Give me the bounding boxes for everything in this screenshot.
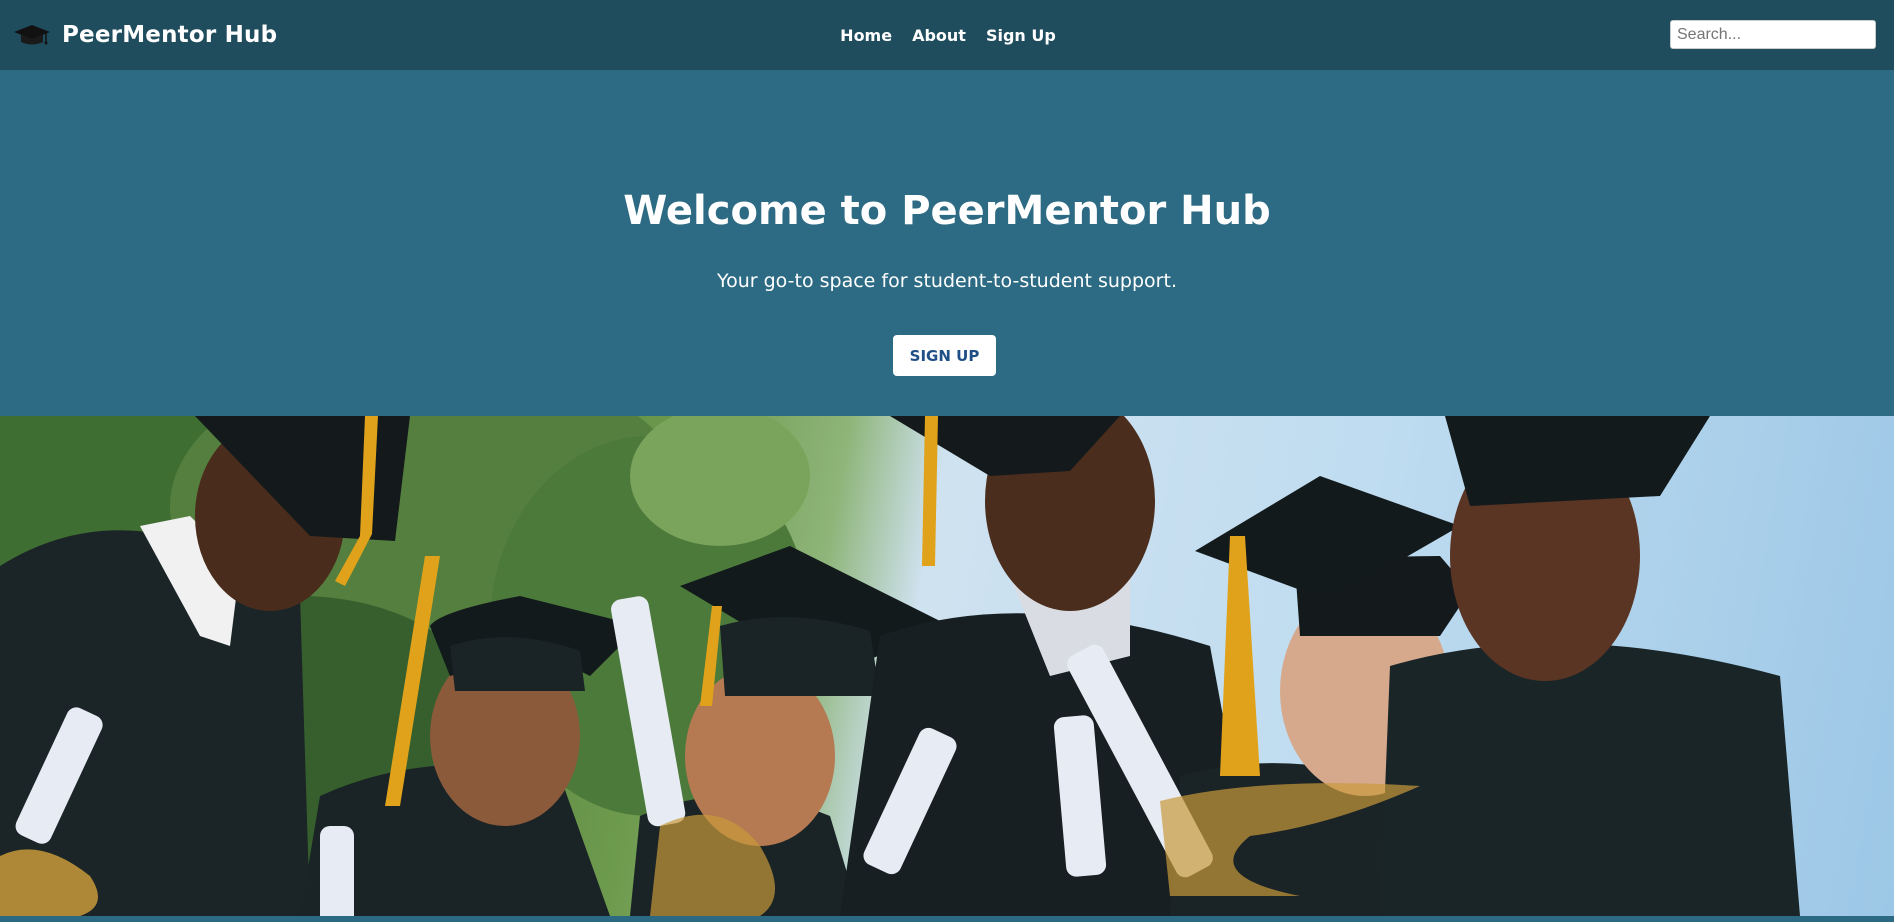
search-input[interactable] [1670,20,1876,49]
nav-about-link[interactable]: About [912,26,966,45]
brand-name: PeerMentor Hub [62,22,278,48]
graduates-photo-illustration [0,416,1800,916]
brand[interactable]: PeerMentor Hub [12,20,277,50]
graduates-photo [0,416,1894,916]
bottom-strip [0,916,1894,922]
nav-signup-link[interactable]: Sign Up [986,26,1056,45]
main-nav: Home About Sign Up [0,0,1894,70]
hero-title: Welcome to PeerMentor Hub [623,188,1271,234]
hero-signup-button[interactable]: SIGN UP [893,335,996,376]
top-navbar: PeerMentor Hub Home About Sign Up [0,0,1894,70]
nav-home-link[interactable]: Home [840,26,892,45]
graduation-cap-icon [12,20,52,50]
hero-section: Welcome to PeerMentor Hub Your go-to spa… [0,70,1894,416]
hero-subtitle: Your go-to space for student-to-student … [717,270,1177,292]
